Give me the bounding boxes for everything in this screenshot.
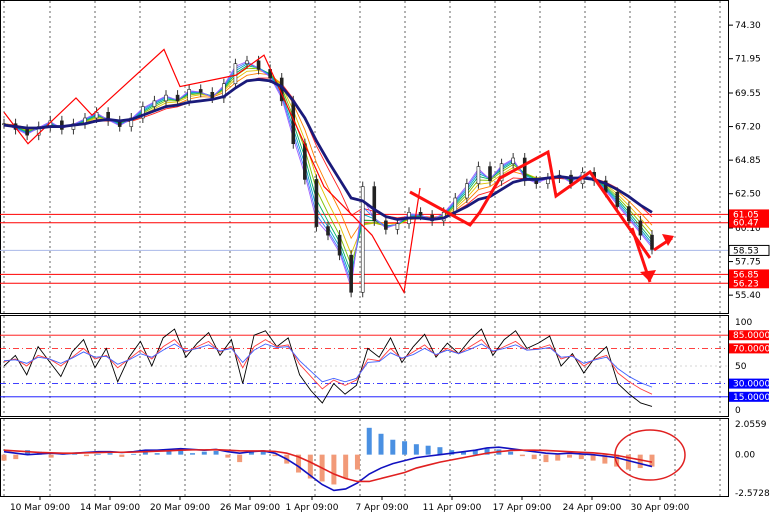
candle-body-30 (349, 254, 353, 293)
macd-bar-4 (48, 454, 54, 458)
price-tick-label-1: 71.95 (735, 55, 761, 65)
level-label-3: 56.23 (733, 279, 759, 289)
price-tick-label-8: 55.40 (735, 291, 761, 301)
price-tick-label-2: 69.55 (735, 89, 761, 99)
x-tick-label-0: 10 Mar 09:00 (10, 503, 70, 513)
macd-bar-29 (343, 454, 349, 479)
candle-body-16 (187, 89, 191, 102)
candle-body-42 (488, 166, 492, 182)
macd-tick-label-1: 0.00 (735, 451, 755, 461)
candle-body-18 (210, 91, 215, 99)
osc-level-label-0: 85.0000 (733, 331, 770, 341)
macd-bar-20 (237, 454, 243, 463)
osc-level-label-3: 15.0000 (733, 393, 770, 403)
macd-bar-7 (83, 454, 89, 457)
chart-root: 74.30 71.95 69.55 67.20 64.85 62.50 60.10 57.75… (0, 0, 770, 518)
price-tick-label-0: 74.30 (735, 21, 761, 31)
osc-level-label-2: 30.0000 (733, 380, 770, 390)
macd-bar-47 (555, 454, 561, 461)
macd-bar-35 (413, 444, 419, 455)
candle-body-8 (94, 111, 99, 119)
x-tick-label-3: 26 Mar 09:00 (220, 503, 280, 513)
macd-bar-17 (201, 451, 207, 455)
macd-bar-46 (543, 454, 549, 463)
candle-body-2 (25, 129, 29, 136)
candle-body-29 (337, 234, 342, 256)
candle-body-49 (569, 174, 573, 185)
candle-body-40 (465, 183, 469, 199)
macd-bar-18 (213, 450, 219, 455)
x-tick-label-4: 1 Apr 09:00 (286, 503, 339, 513)
macd-bar-0 (1, 454, 7, 461)
candle-body-53 (615, 191, 620, 207)
macd-bar-11 (131, 453, 137, 455)
candle-body-46 (534, 180, 539, 185)
level-label-1: 60.47 (733, 219, 759, 229)
candle-body-15 (175, 94, 180, 102)
candle-body-45 (522, 157, 527, 182)
price-tick-label-3: 67.20 (735, 123, 761, 133)
x-tick-label-9: 30 Apr 09:00 (631, 503, 690, 513)
macd-bar-45 (531, 454, 537, 460)
macd-bar-34 (402, 441, 408, 455)
macd-bar-13 (154, 453, 160, 455)
macd-bar-54 (637, 454, 643, 469)
candle-body-26 (303, 143, 307, 180)
candle-body-44 (511, 157, 515, 165)
candle-body-56 (650, 234, 654, 250)
chart-canvas: 74.3071.9569.5567.2064.8562.5060.1057.75… (0, 0, 770, 513)
x-tick-label-6: 11 Apr 09:00 (423, 503, 482, 513)
x-tick-label-5: 7 Apr 09:00 (356, 503, 409, 513)
macd-tick-label-0: 2.0559 (735, 420, 767, 430)
macd-bar-1 (13, 454, 19, 460)
candle-body-13 (152, 100, 157, 107)
macd-bar-37 (437, 447, 443, 455)
candle-body-33 (384, 220, 388, 230)
x-tick-label-1: 14 Mar 09:00 (80, 503, 140, 513)
macd-bar-55 (649, 454, 655, 467)
macd-bar-19 (225, 454, 231, 458)
macd-bar-33 (390, 439, 396, 455)
x-tick-label-2: 20 Mar 09:00 (150, 503, 210, 513)
candle-body-28 (326, 226, 330, 236)
macd-bar-9 (107, 453, 113, 455)
candle-body-17 (198, 89, 203, 93)
x-tick-label-7: 17 Apr 09:00 (493, 503, 552, 513)
macd-bar-16 (190, 453, 196, 455)
candle-body-22 (256, 60, 261, 70)
x-tick-label-8: 24 Apr 09:00 (563, 503, 622, 513)
macd-bar-28 (331, 454, 337, 485)
macd-bar-8 (95, 453, 101, 455)
price-tick-label-5: 62.50 (735, 190, 761, 200)
macd-bar-44 (519, 454, 525, 457)
macd-bar-48 (567, 454, 573, 458)
candle-body-20 (233, 63, 238, 85)
candle-body-21 (245, 60, 249, 65)
macd-bar-36 (425, 445, 431, 455)
candle-body-34 (395, 223, 400, 230)
candle-body-55 (638, 220, 643, 236)
osc-tick-label-2: 0 (735, 406, 741, 416)
price-tick-label-4: 64.85 (735, 156, 761, 166)
current-price-label: 58.53 (733, 246, 759, 256)
candle-body-39 (453, 197, 458, 213)
candle-body-27 (314, 179, 319, 227)
osc-tick-label-0: 100 (735, 318, 752, 328)
macd-bar-10 (119, 454, 125, 457)
price-tick-label-7: 57.75 (735, 258, 761, 268)
osc-tick-label-1: 50 (735, 362, 747, 372)
macd-bar-30 (354, 454, 360, 470)
macd-tick-label-2: -2.5728 (735, 489, 770, 499)
osc-level-label-1: 70.0000 (733, 344, 770, 354)
candle-body-32 (372, 186, 377, 222)
candle-body-14 (164, 94, 168, 102)
macd-bar-31 (366, 427, 372, 455)
candle-body-36 (418, 211, 423, 216)
macd-bar-32 (378, 433, 384, 455)
candle-body-41 (476, 166, 481, 185)
macd-bar-43 (508, 451, 514, 455)
macd-bar-49 (578, 454, 584, 460)
candle-body-54 (627, 206, 631, 222)
